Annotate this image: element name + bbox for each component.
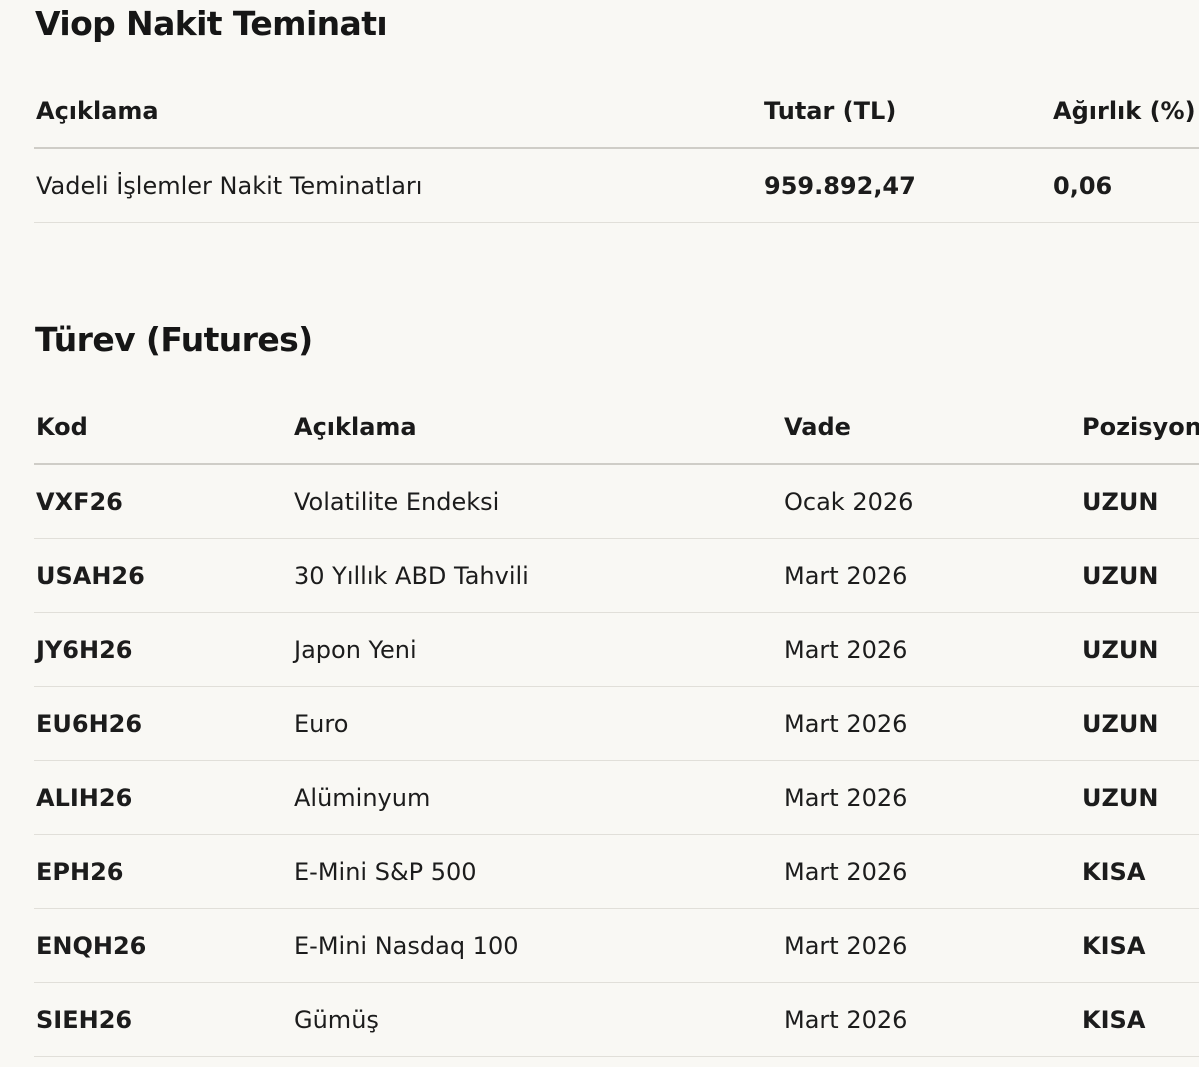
table-row: VXF26 Volatilite Endeksi Ocak 2026 UZUN (34, 464, 1199, 539)
futures-table: Kod Açıklama Vade Pozisyon VXF26 Volatil… (34, 390, 1199, 1057)
column-header-amount: Tutar (TL) (762, 74, 1051, 149)
column-header-description: Açıklama (34, 74, 762, 149)
cell-maturity: Mart 2026 (782, 982, 1080, 1057)
cell-position: KISA (1080, 982, 1199, 1057)
cell-code: JY6H26 (34, 612, 292, 687)
table-row: EU6H26 Euro Mart 2026 UZUN (34, 686, 1199, 761)
cell-description: 30 Yıllık ABD Tahvili (292, 538, 782, 613)
page: Viop Nakit Teminatı Açıklama Tutar (TL) … (0, 0, 1199, 1067)
cell-amount: 959.892,47 (762, 148, 1051, 223)
cell-maturity: Mart 2026 (782, 908, 1080, 983)
column-header-maturity: Vade (782, 390, 1080, 465)
table-row: ALIH26 Alüminyum Mart 2026 UZUN (34, 760, 1199, 835)
cell-description: Japon Yeni (292, 612, 782, 687)
cell-description: Alüminyum (292, 760, 782, 835)
cell-description: Gümüş (292, 982, 782, 1057)
cell-code: VXF26 (34, 464, 292, 539)
cell-maturity: Mart 2026 (782, 834, 1080, 909)
cell-maturity: Mart 2026 (782, 612, 1080, 687)
cell-position: UZUN (1080, 612, 1199, 687)
table-row: ENQH26 E-Mini Nasdaq 100 Mart 2026 KISA (34, 908, 1199, 983)
table-header-row: Kod Açıklama Vade Pozisyon (34, 390, 1199, 465)
cell-description: E-Mini S&P 500 (292, 834, 782, 909)
column-header-position: Pozisyon (1080, 390, 1199, 465)
cell-code: USAH26 (34, 538, 292, 613)
cell-description: Vadeli İşlemler Nakit Teminatları (34, 148, 762, 223)
cell-position: UZUN (1080, 686, 1199, 761)
cell-position: KISA (1080, 834, 1199, 909)
cell-maturity: Mart 2026 (782, 538, 1080, 613)
table-row: SIEH26 Gümüş Mart 2026 KISA (34, 982, 1199, 1057)
cell-description: Volatilite Endeksi (292, 464, 782, 539)
viop-section-title: Viop Nakit Teminatı (35, 4, 388, 43)
futures-section-title: Türev (Futures) (35, 320, 313, 359)
column-header-weight: Ağırlık (%) (1051, 74, 1199, 149)
column-header-description: Açıklama (292, 390, 782, 465)
cell-code: ENQH26 (34, 908, 292, 983)
cell-description: Euro (292, 686, 782, 761)
column-header-code: Kod (34, 390, 292, 465)
table-row: EPH26 E-Mini S&P 500 Mart 2026 KISA (34, 834, 1199, 909)
table-row: USAH26 30 Yıllık ABD Tahvili Mart 2026 U… (34, 538, 1199, 613)
cell-maturity: Mart 2026 (782, 760, 1080, 835)
cell-description: E-Mini Nasdaq 100 (292, 908, 782, 983)
cell-code: ALIH26 (34, 760, 292, 835)
cell-code: EU6H26 (34, 686, 292, 761)
cell-maturity: Ocak 2026 (782, 464, 1080, 539)
cell-code: SIEH26 (34, 982, 292, 1057)
cell-position: KISA (1080, 908, 1199, 983)
table-row: Vadeli İşlemler Nakit Teminatları 959.89… (34, 148, 1199, 223)
cell-maturity: Mart 2026 (782, 686, 1080, 761)
cell-position: UZUN (1080, 464, 1199, 539)
viop-cash-collateral-table: Açıklama Tutar (TL) Ağırlık (%) Vadeli İ… (34, 74, 1199, 223)
cell-position: UZUN (1080, 538, 1199, 613)
cell-position: UZUN (1080, 760, 1199, 835)
table-row: JY6H26 Japon Yeni Mart 2026 UZUN (34, 612, 1199, 687)
cell-weight: 0,06 (1051, 148, 1199, 223)
table-header-row: Açıklama Tutar (TL) Ağırlık (%) (34, 74, 1199, 149)
cell-code: EPH26 (34, 834, 292, 909)
